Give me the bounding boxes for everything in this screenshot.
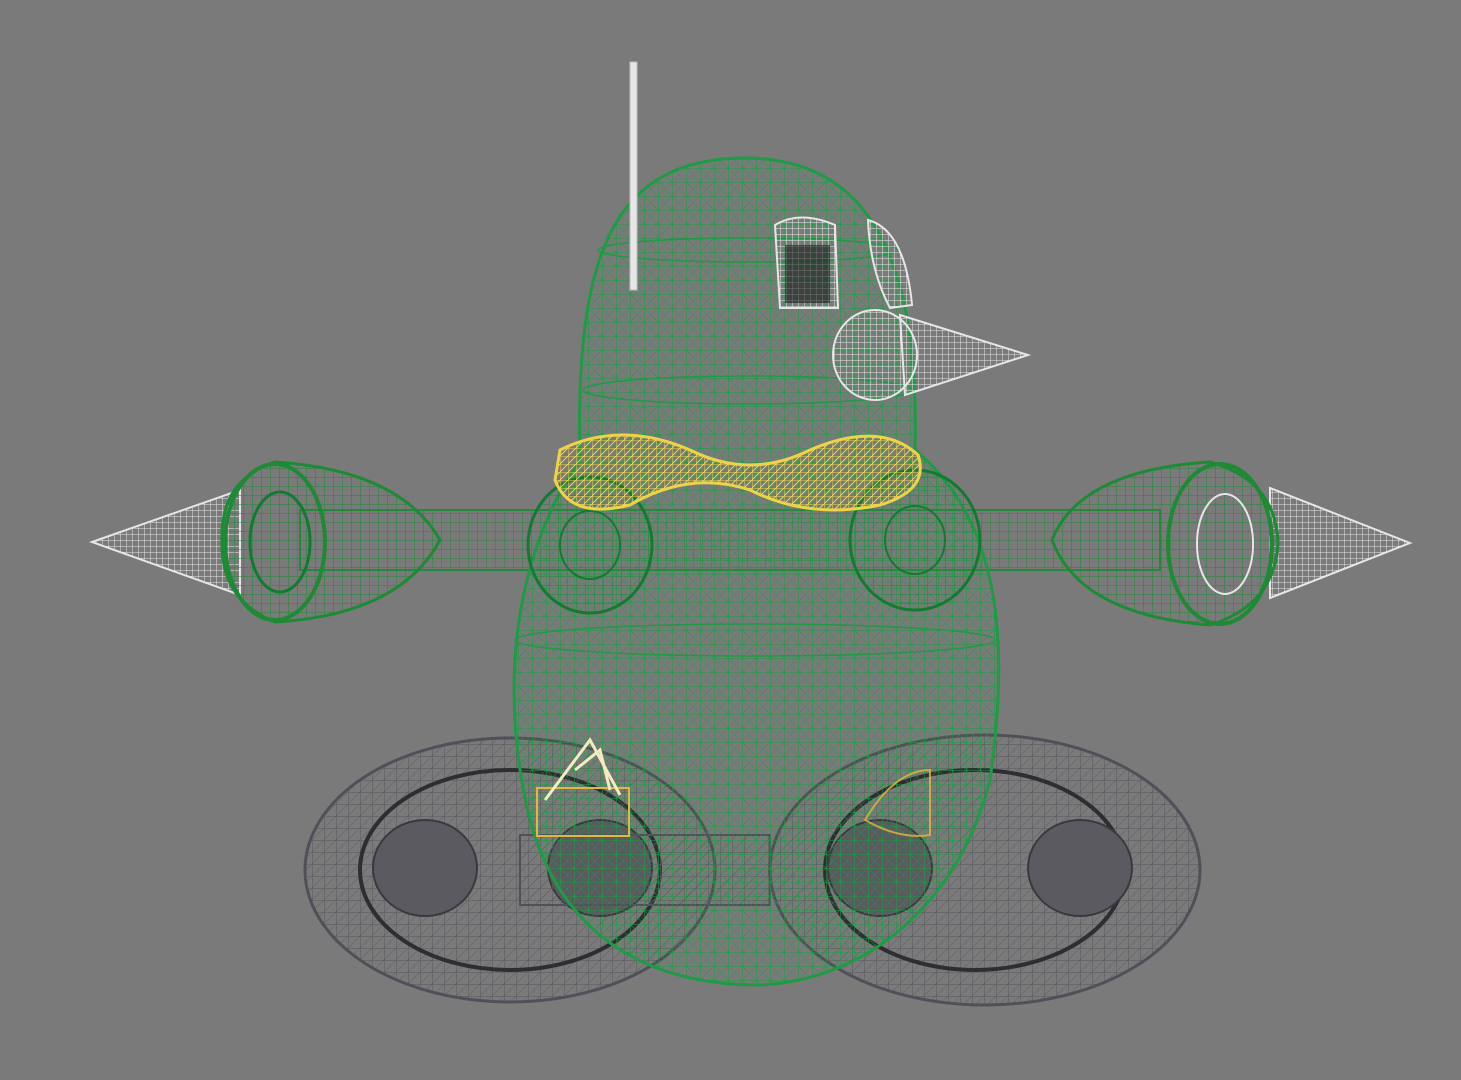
- 3d-viewport[interactable]: [0, 0, 1461, 1080]
- antenna[interactable]: [629, 61, 638, 291]
- wireframe-scene[interactable]: [0, 0, 1461, 1080]
- right-engine[interactable]: [1050, 460, 1413, 627]
- nose-cone[interactable]: [832, 309, 1032, 401]
- left-eye[interactable]: [773, 216, 840, 309]
- left-engine[interactable]: [89, 460, 442, 624]
